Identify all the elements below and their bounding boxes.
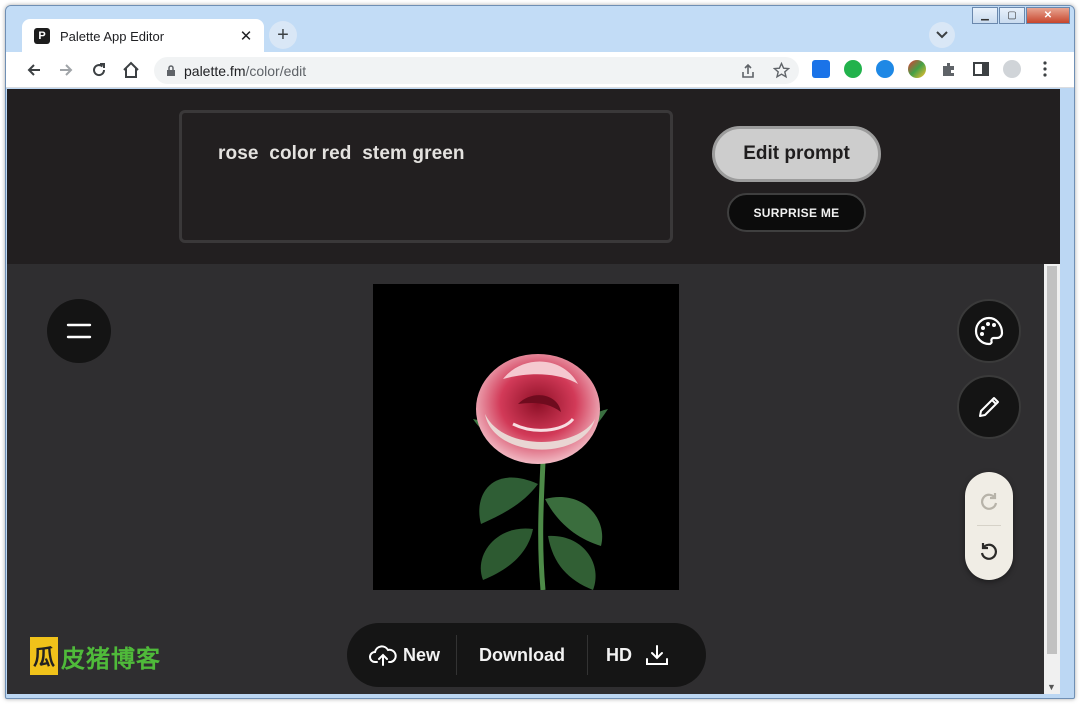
- browser-tab[interactable]: P Palette App Editor ✕: [22, 19, 264, 53]
- tab-close-icon[interactable]: ✕: [236, 27, 256, 45]
- prompt-header: rose color red stem green Edit prompt SU…: [7, 89, 1060, 264]
- undo-icon: [980, 543, 997, 560]
- cloud-upload-icon: [369, 645, 397, 666]
- close-window-button[interactable]: ✕: [1026, 7, 1070, 24]
- extension-green-icon[interactable]: [844, 60, 862, 78]
- palette-button[interactable]: [957, 299, 1021, 363]
- palette-icon: [974, 316, 1004, 346]
- title-bar: P Palette App Editor ✕ + ▁ ▢ ✕: [6, 6, 1074, 53]
- hamburger-menu-icon: [66, 323, 92, 339]
- favicon-icon: P: [34, 28, 50, 44]
- forward-button[interactable]: [54, 58, 78, 82]
- tab-search-button[interactable]: [929, 22, 955, 48]
- reload-button[interactable]: [87, 58, 111, 82]
- browser-toolbar: palette.fm/color/edit: [6, 52, 1074, 88]
- home-icon: [123, 61, 139, 78]
- browser-window: P Palette App Editor ✕ + ▁ ▢ ✕ palette.f…: [5, 5, 1075, 699]
- watermark-logo: 瓜: [30, 637, 58, 675]
- new-label: New: [403, 644, 441, 665]
- scrollbar-thumb[interactable]: [1047, 266, 1057, 654]
- download-icon: [646, 645, 669, 665]
- tab-title: Palette App Editor: [60, 28, 165, 44]
- lock-icon: [167, 64, 175, 76]
- new-button[interactable]: New: [347, 623, 456, 687]
- back-arrow-icon: [27, 64, 40, 76]
- hd-label: HD: [606, 644, 633, 665]
- watermark: 瓜 皮猪博客: [30, 637, 161, 675]
- prompt-textarea[interactable]: rose color red stem green: [179, 110, 673, 243]
- hd-download-button[interactable]: HD: [588, 623, 670, 687]
- window-controls: ▁ ▢ ✕: [971, 7, 1070, 24]
- side-panel-icon[interactable]: [972, 60, 990, 78]
- back-button[interactable]: [22, 58, 46, 82]
- more-menu-icon[interactable]: [1036, 60, 1054, 78]
- maximize-button[interactable]: ▢: [999, 7, 1025, 24]
- edit-button[interactable]: [957, 375, 1021, 439]
- rose-image: [373, 284, 679, 591]
- surprise-me-button[interactable]: SURPRISE ME: [727, 193, 866, 232]
- new-tab-button[interactable]: +: [269, 21, 297, 49]
- menu-button[interactable]: [47, 299, 111, 363]
- redo-button[interactable]: [965, 478, 1013, 524]
- address-bar[interactable]: palette.fm/color/edit: [154, 57, 799, 84]
- history-divider: [977, 525, 1001, 526]
- page-scrollbar[interactable]: ▼: [1044, 264, 1060, 694]
- redo-icon: [981, 493, 998, 510]
- minimize-button[interactable]: ▁: [972, 7, 998, 24]
- extensions-puzzle-icon[interactable]: [940, 60, 958, 78]
- watermark-text: 皮猪博客: [61, 644, 161, 673]
- home-button[interactable]: [119, 58, 143, 82]
- chevron-down-icon: [936, 31, 948, 39]
- pencil-icon: [979, 397, 999, 417]
- profile-avatar[interactable]: [1003, 60, 1021, 78]
- reload-icon: [93, 63, 106, 77]
- undo-button[interactable]: [965, 528, 1013, 574]
- bookmark-star-icon[interactable]: [773, 62, 790, 79]
- scroll-down-arrow-icon[interactable]: ▼: [1047, 682, 1056, 692]
- download-label: Download: [479, 644, 566, 665]
- forward-arrow-icon: [60, 64, 73, 76]
- share-icon[interactable]: [740, 63, 756, 79]
- history-controls: [965, 472, 1013, 580]
- extension-apps-icon[interactable]: [812, 60, 830, 78]
- edit-prompt-button[interactable]: Edit prompt: [712, 126, 881, 182]
- app-page: rose color red stem green Edit prompt SU…: [7, 89, 1060, 694]
- url-text: palette.fm/color/edit: [184, 63, 306, 79]
- colorized-image: [373, 284, 679, 591]
- url-path: /color/edit: [245, 62, 307, 79]
- bottom-action-bar: New Download HD: [347, 623, 706, 687]
- extension-globe-icon[interactable]: [908, 60, 926, 78]
- download-button[interactable]: Download: [457, 623, 587, 687]
- url-domain: palette.fm: [184, 62, 246, 79]
- extension-blue-icon[interactable]: [876, 60, 894, 78]
- prompt-text: rose color red stem green: [218, 143, 465, 164]
